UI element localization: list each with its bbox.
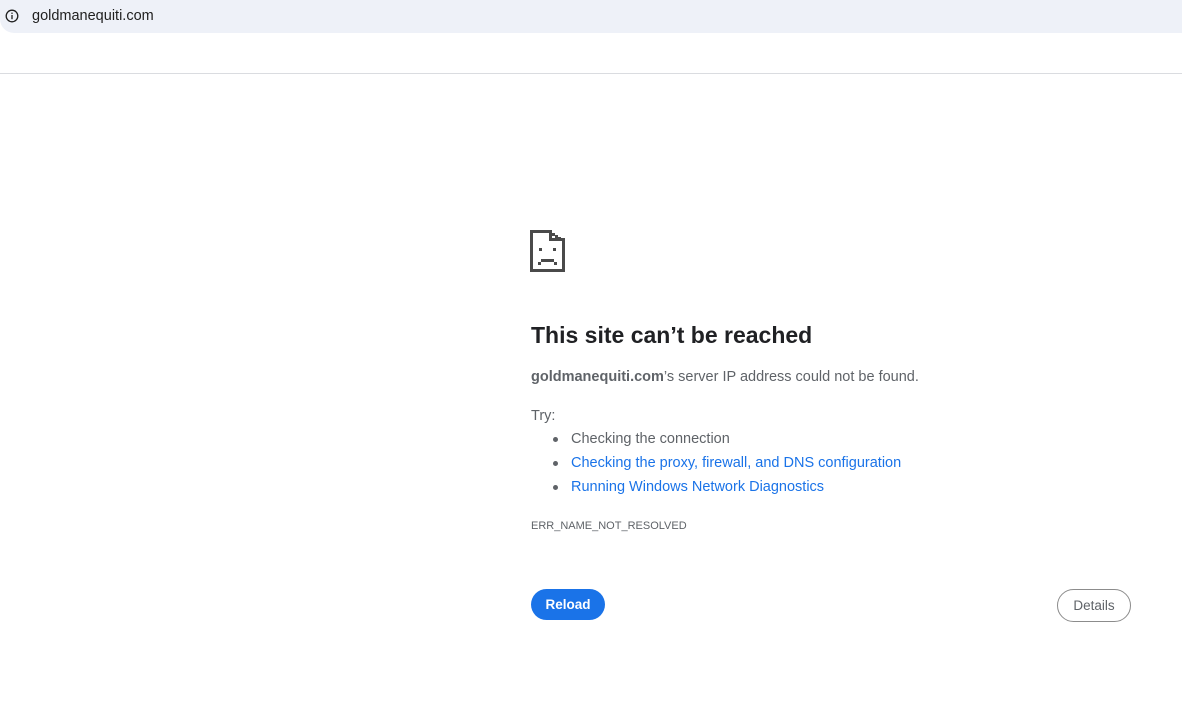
error-host: goldmanequiti.com — [531, 369, 664, 385]
info-icon[interactable] — [5, 9, 19, 23]
address-bar[interactable]: goldmanequiti.com — [0, 0, 1182, 33]
suggestions-list: Checking the connection Checking the pro… — [531, 429, 901, 501]
suggestion-item: Checking the proxy, firewall, and DNS co… — [531, 453, 901, 477]
suggestion-check-connection: Checking the connection — [571, 431, 730, 447]
try-label: Try: — [531, 408, 556, 424]
suggestion-diagnostics-link[interactable]: Running Windows Network Diagnostics — [571, 479, 824, 495]
bullet-icon — [553, 437, 558, 442]
error-code: ERR_NAME_NOT_RESOLVED — [531, 520, 687, 532]
suggestion-proxy-link[interactable]: Checking the proxy, firewall, and DNS co… — [571, 455, 901, 471]
bullet-icon — [553, 461, 558, 466]
suggestion-item: Checking the connection — [531, 429, 901, 453]
url-text[interactable]: goldmanequiti.com — [32, 7, 154, 25]
sad-page-icon — [530, 230, 565, 272]
error-summary-text: ’s server IP address could not be found. — [663, 369, 919, 385]
bullet-icon — [553, 485, 558, 490]
reload-button[interactable]: Reload — [531, 589, 605, 620]
error-heading: This site can’t be reached — [531, 322, 813, 348]
toolbar-divider — [0, 73, 1182, 74]
error-summary: goldmanequiti.com’s server IP address co… — [531, 367, 919, 387]
suggestion-item: Running Windows Network Diagnostics — [531, 477, 901, 501]
details-button[interactable]: Details — [1057, 589, 1131, 622]
